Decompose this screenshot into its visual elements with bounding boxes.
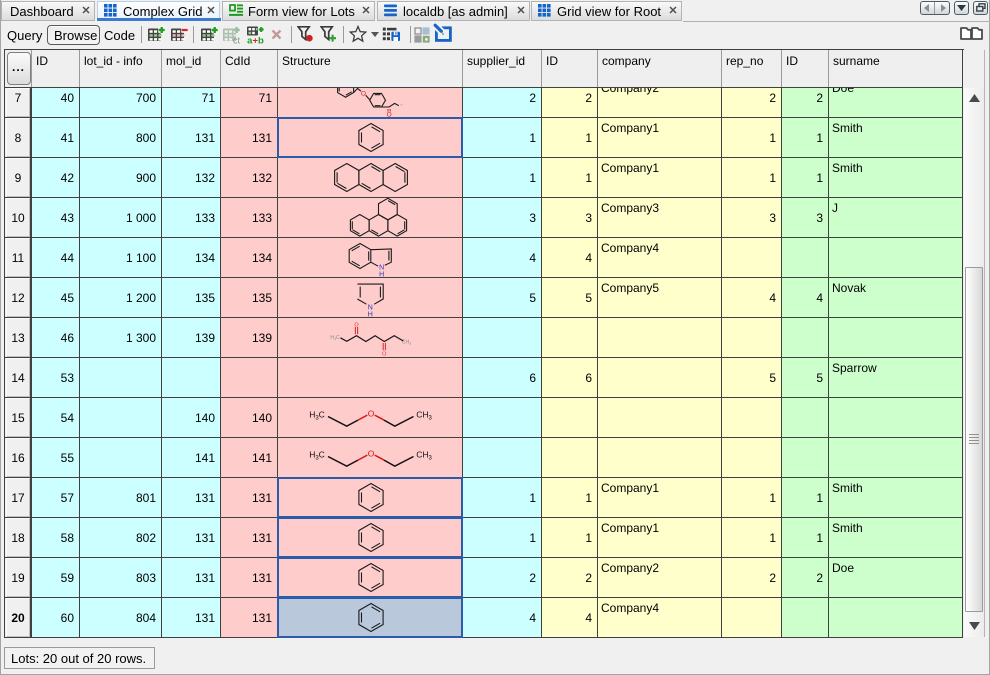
svg-text:CH3: CH3 bbox=[416, 410, 432, 422]
svg-text:O: O bbox=[354, 323, 359, 329]
svg-text:H: H bbox=[379, 271, 384, 277]
svg-text:N: N bbox=[368, 305, 373, 312]
svg-text:H3C: H3C bbox=[309, 450, 325, 462]
svg-text:O: O bbox=[382, 351, 387, 357]
svg-text:a+b: a+b bbox=[247, 36, 264, 45]
svg-text:H: H bbox=[368, 312, 373, 317]
svg-text:CH3: CH3 bbox=[416, 450, 432, 462]
svg-text:O: O bbox=[361, 91, 366, 98]
svg-text:ct: ct bbox=[233, 36, 241, 45]
svg-text:N: N bbox=[379, 264, 384, 271]
svg-text:O: O bbox=[387, 112, 392, 118]
svg-text:O: O bbox=[368, 448, 375, 458]
svg-text:H3C: H3C bbox=[330, 335, 340, 341]
svg-text:O: O bbox=[368, 408, 375, 418]
svg-text:H3C: H3C bbox=[309, 410, 325, 422]
